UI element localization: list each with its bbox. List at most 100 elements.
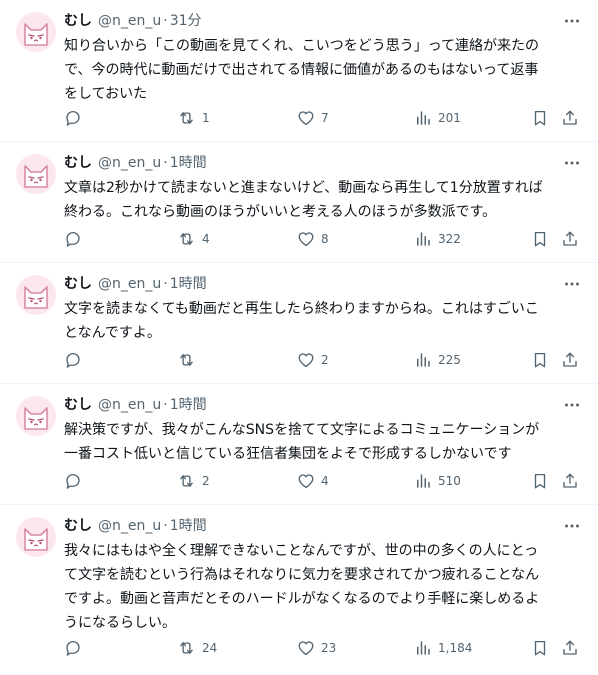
separator-dot: · xyxy=(163,155,168,171)
action-bar: 1 7 201 xyxy=(64,108,582,128)
like-count: 23 xyxy=(321,641,337,655)
share-icon xyxy=(563,231,577,246)
views-chart-icon xyxy=(417,641,430,655)
share-button[interactable] xyxy=(561,471,579,491)
timestamp[interactable]: 1時間 xyxy=(170,517,207,535)
like-count: 2 xyxy=(321,353,329,367)
cat-avatar-icon xyxy=(24,286,48,309)
heart-icon xyxy=(298,474,314,489)
tweet[interactable]: むし @n_en_u · 1時間 解決策ですが、我々がこんなSNSを捨てて文字に… xyxy=(0,384,598,505)
share-button[interactable] xyxy=(561,638,579,658)
separator-dot: · xyxy=(163,13,168,29)
more-button[interactable] xyxy=(562,275,582,293)
separator-dot: · xyxy=(163,518,168,534)
action-bar: 4 8 322 xyxy=(64,229,582,249)
bookmark-button[interactable] xyxy=(531,471,549,491)
views-button[interactable]: 510 xyxy=(414,471,461,491)
timestamp[interactable]: 31分 xyxy=(170,12,202,30)
reply-button[interactable] xyxy=(64,108,88,128)
retweet-button[interactable] xyxy=(177,350,202,370)
more-button[interactable] xyxy=(562,12,582,30)
views-chart-icon xyxy=(417,474,430,488)
views-button[interactable]: 225 xyxy=(414,350,461,370)
reply-icon xyxy=(66,640,80,656)
retweet-button[interactable]: 4 xyxy=(177,229,210,249)
tweet[interactable]: むし @n_en_u · 1時間 文字を読まなくても動画だと再生したら終わります… xyxy=(0,263,598,384)
retweet-icon xyxy=(180,475,193,487)
like-count: 4 xyxy=(321,474,329,488)
reply-button[interactable] xyxy=(64,229,88,249)
views-button[interactable]: 201 xyxy=(414,108,461,128)
more-button[interactable] xyxy=(562,154,582,172)
share-icon xyxy=(563,110,577,125)
like-button[interactable]: 8 xyxy=(297,229,329,249)
author-handle[interactable]: @n_en_u xyxy=(98,12,161,30)
views-button[interactable]: 1,184 xyxy=(414,638,472,658)
author-handle[interactable]: @n_en_u xyxy=(98,275,161,293)
like-count: 8 xyxy=(321,232,329,246)
author-name[interactable]: むし xyxy=(64,154,92,172)
author-name[interactable]: むし xyxy=(64,12,92,30)
tweet[interactable]: むし @n_en_u · 31分 知り合いから「この動画を見てくれ、こいつをどう… xyxy=(0,0,598,142)
retweet-count: 2 xyxy=(202,474,210,488)
avatar[interactable] xyxy=(16,275,56,315)
bookmark-icon xyxy=(534,473,546,489)
reply-icon xyxy=(66,352,80,368)
share-button[interactable] xyxy=(561,108,579,128)
retweet-icon xyxy=(180,233,193,245)
author-name[interactable]: むし xyxy=(64,396,92,414)
action-bar: 24 23 1,184 xyxy=(64,638,582,658)
retweet-button[interactable]: 1 xyxy=(177,108,210,128)
retweet-button[interactable]: 2 xyxy=(177,471,210,491)
retweet-icon xyxy=(180,354,193,366)
avatar[interactable] xyxy=(16,396,56,436)
reply-button[interactable] xyxy=(64,350,88,370)
avatar[interactable] xyxy=(16,154,56,194)
like-button[interactable]: 2 xyxy=(297,350,329,370)
cat-avatar-icon xyxy=(24,407,48,430)
author-handle[interactable]: @n_en_u xyxy=(98,396,161,414)
avatar[interactable] xyxy=(16,12,56,52)
view-count: 1,184 xyxy=(438,641,473,655)
like-button[interactable]: 23 xyxy=(297,638,336,658)
bookmark-button[interactable] xyxy=(531,350,549,370)
timestamp[interactable]: 1時間 xyxy=(170,275,207,293)
tweet[interactable]: むし @n_en_u · 1時間 文章は2秒かけて読まないと進まないけど、動画な… xyxy=(0,142,598,263)
bookmark-button[interactable] xyxy=(531,638,549,658)
bookmark-icon xyxy=(534,352,546,368)
separator-dot: · xyxy=(163,397,168,413)
timestamp[interactable]: 1時間 xyxy=(170,154,207,172)
heart-icon xyxy=(298,232,314,247)
like-button[interactable]: 4 xyxy=(297,471,329,491)
more-dots-icon xyxy=(565,403,579,407)
share-button[interactable] xyxy=(561,350,579,370)
avatar[interactable] xyxy=(16,517,56,557)
bookmark-icon xyxy=(534,640,546,656)
views-button[interactable]: 322 xyxy=(414,229,461,249)
reply-button[interactable] xyxy=(64,638,88,658)
retweet-count: 1 xyxy=(202,111,210,125)
more-button[interactable] xyxy=(562,517,582,535)
timestamp[interactable]: 1時間 xyxy=(170,396,207,414)
author-handle[interactable]: @n_en_u xyxy=(98,517,161,535)
share-button[interactable] xyxy=(561,229,579,249)
author-name[interactable]: むし xyxy=(64,275,92,293)
more-button[interactable] xyxy=(562,396,582,414)
more-dots-icon xyxy=(565,161,579,165)
tweet[interactable]: むし @n_en_u · 1時間 我々にはもはや全く理解できないことなんですが、… xyxy=(0,505,598,675)
views-chart-icon xyxy=(417,353,430,367)
share-icon xyxy=(563,640,577,655)
bookmark-button[interactable] xyxy=(531,229,549,249)
reply-button[interactable] xyxy=(64,471,88,491)
retweet-count: 24 xyxy=(202,641,218,655)
heart-icon xyxy=(298,641,314,656)
author-name[interactable]: むし xyxy=(64,517,92,535)
author-handle[interactable]: @n_en_u xyxy=(98,154,161,172)
like-button[interactable]: 7 xyxy=(297,108,329,128)
view-count: 510 xyxy=(438,474,461,488)
like-count: 7 xyxy=(321,111,329,125)
retweet-button[interactable]: 24 xyxy=(177,638,217,658)
reply-icon xyxy=(66,473,80,489)
bookmark-button[interactable] xyxy=(531,108,549,128)
cat-avatar-icon xyxy=(24,528,48,551)
